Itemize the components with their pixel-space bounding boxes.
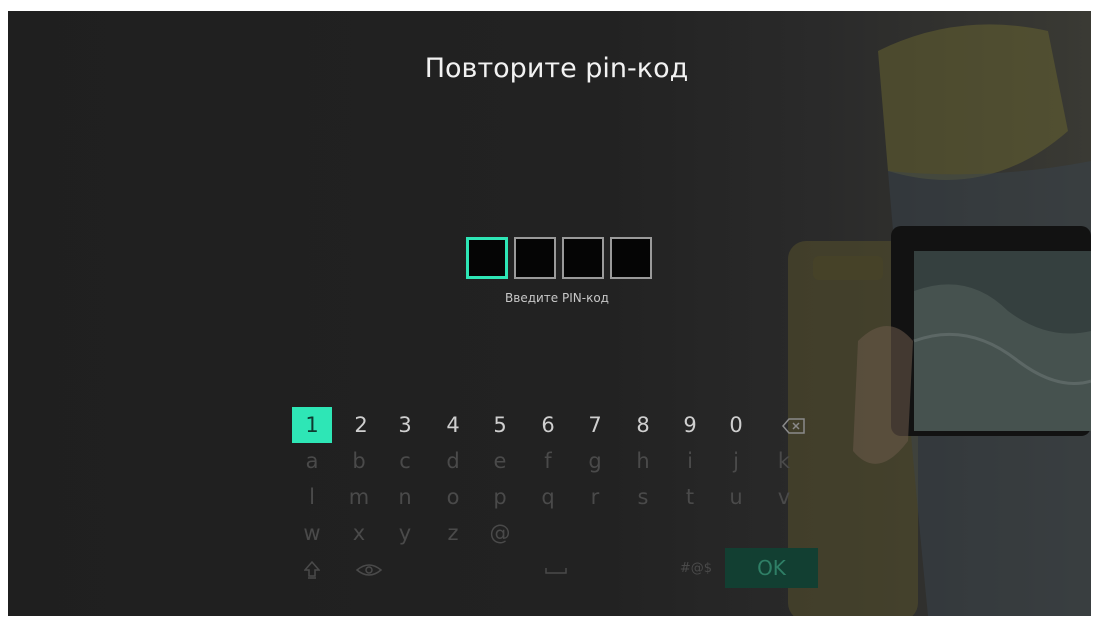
key-z[interactable]: z bbox=[433, 515, 473, 551]
key-d[interactable]: d bbox=[433, 443, 473, 479]
key-v[interactable]: v bbox=[764, 479, 804, 515]
key-l[interactable]: l bbox=[292, 479, 332, 515]
key-j[interactable]: j bbox=[716, 443, 756, 479]
key-i[interactable]: i bbox=[670, 443, 710, 479]
key-m[interactable]: m bbox=[339, 479, 379, 515]
keyboard-row-letters-1: a b c d e f g h i j k bbox=[292, 443, 832, 479]
key-r[interactable]: r bbox=[575, 479, 615, 515]
key-h[interactable]: h bbox=[623, 443, 663, 479]
pin-digit-box-4[interactable] bbox=[610, 237, 652, 279]
key-f[interactable]: f bbox=[528, 443, 568, 479]
key-7[interactable]: 7 bbox=[575, 407, 615, 443]
key-q[interactable]: q bbox=[528, 479, 568, 515]
key-9[interactable]: 9 bbox=[670, 407, 710, 443]
key-0[interactable]: 0 bbox=[716, 407, 756, 443]
on-screen-keyboard: 1 2 3 4 5 6 7 8 9 0 a b c d e f g h i j … bbox=[292, 407, 832, 588]
key-g[interactable]: g bbox=[575, 443, 615, 479]
keyboard-row-digits: 1 2 3 4 5 6 7 8 9 0 bbox=[292, 407, 832, 443]
pin-input[interactable] bbox=[466, 237, 652, 279]
keyboard-row-letters-2: l m n o p q r s t u v bbox=[292, 479, 832, 515]
key-w[interactable]: w bbox=[292, 515, 332, 551]
key-y[interactable]: y bbox=[385, 515, 425, 551]
key-5[interactable]: 5 bbox=[480, 407, 520, 443]
space-icon bbox=[545, 568, 567, 574]
symbols-key[interactable]: #@$ bbox=[676, 551, 716, 587]
key-8[interactable]: 8 bbox=[623, 407, 663, 443]
key-k[interactable]: k bbox=[764, 443, 804, 479]
keyboard-row-letters-3: w x y z @ bbox=[292, 515, 832, 551]
ok-button[interactable]: OK bbox=[725, 548, 818, 588]
pin-digit-box-1[interactable] bbox=[466, 237, 508, 279]
key-2[interactable]: 2 bbox=[341, 407, 381, 443]
shift-key[interactable] bbox=[292, 551, 332, 587]
shift-icon bbox=[303, 560, 321, 579]
backspace-icon bbox=[782, 418, 805, 434]
key-b[interactable]: b bbox=[339, 443, 379, 479]
eye-icon bbox=[355, 564, 383, 576]
backspace-key[interactable] bbox=[774, 407, 814, 443]
key-s[interactable]: s bbox=[623, 479, 663, 515]
key-x[interactable]: x bbox=[339, 515, 379, 551]
key-1[interactable]: 1 bbox=[292, 407, 332, 443]
key-c[interactable]: c bbox=[385, 443, 425, 479]
key-4[interactable]: 4 bbox=[433, 407, 473, 443]
key-t[interactable]: t bbox=[670, 479, 710, 515]
key-n[interactable]: n bbox=[385, 479, 425, 515]
space-key[interactable] bbox=[528, 551, 584, 587]
keyboard-row-controls: #@$ OK bbox=[292, 548, 832, 588]
key-o[interactable]: o bbox=[433, 479, 473, 515]
key-at[interactable]: @ bbox=[480, 515, 520, 551]
key-6[interactable]: 6 bbox=[528, 407, 568, 443]
page-title: Повторите pin-код bbox=[424, 53, 689, 84]
pin-hint-label: Введите PIN-код bbox=[505, 291, 609, 305]
show-password-key[interactable] bbox=[345, 551, 393, 587]
pin-entry-screen: Повторите pin-код Введите PIN-код 1 2 3 … bbox=[8, 11, 1091, 616]
key-a[interactable]: a bbox=[292, 443, 332, 479]
pin-digit-box-3[interactable] bbox=[562, 237, 604, 279]
pin-digit-box-2[interactable] bbox=[514, 237, 556, 279]
key-u[interactable]: u bbox=[716, 479, 756, 515]
key-p[interactable]: p bbox=[480, 479, 520, 515]
key-e[interactable]: e bbox=[480, 443, 520, 479]
key-3[interactable]: 3 bbox=[385, 407, 425, 443]
